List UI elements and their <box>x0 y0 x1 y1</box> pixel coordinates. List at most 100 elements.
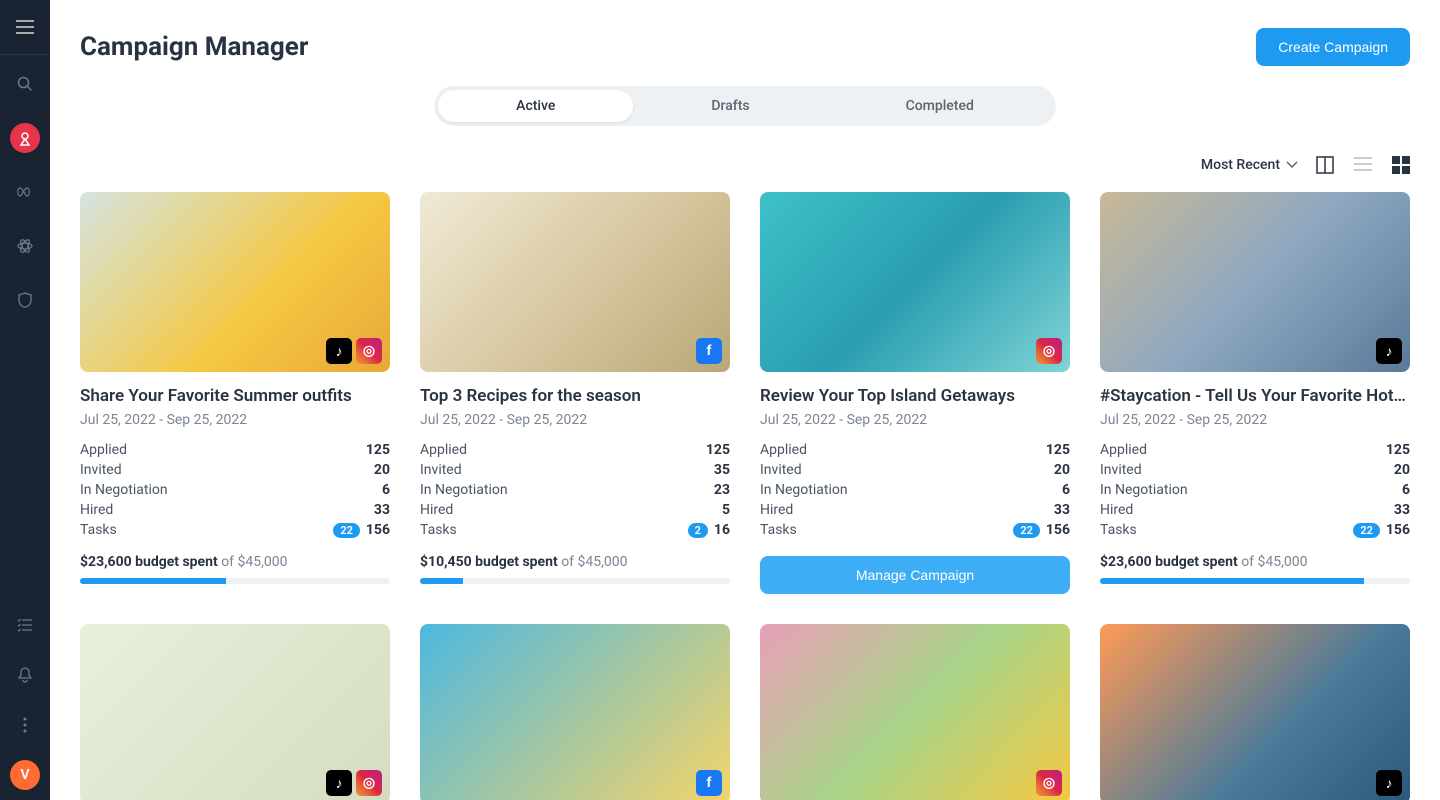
tt-icon: ♪ <box>1376 338 1402 364</box>
menu-icon[interactable] <box>10 12 40 42</box>
stat-value: 23 <box>714 482 730 498</box>
progress-fill <box>80 578 226 584</box>
chevron-down-icon <box>1286 161 1298 169</box>
budget-text: $23,600 budget spent of $45,000 <box>80 554 390 570</box>
view-list-icon[interactable] <box>1354 156 1372 174</box>
create-campaign-button[interactable]: Create Campaign <box>1256 28 1410 66</box>
campaign-title[interactable]: #Staycation - Tell Us Your Favorite Hot… <box>1100 386 1410 406</box>
page-title: Campaign Manager <box>80 32 308 62</box>
tabs: Active Drafts Completed <box>80 86 1410 126</box>
main-content: Campaign Manager Create Campaign Active … <box>50 0 1440 800</box>
campaign-card: ◎ <box>760 624 1070 800</box>
campaign-title[interactable]: Review Your Top Island Getaways <box>760 386 1070 406</box>
platform-badges: ◎ <box>1036 338 1062 364</box>
stat-value-wrap: 216 <box>688 522 730 538</box>
tab-completed[interactable]: Completed <box>828 90 1052 122</box>
manage-campaign-button[interactable]: Manage Campaign <box>760 556 1070 594</box>
stat-row-tasks: Tasks216 <box>420 522 730 538</box>
stat-value: 125 <box>706 442 730 458</box>
stat-row-tasks: Tasks 22156 <box>1100 522 1410 538</box>
stat-row-applied: Applied125 <box>420 442 730 458</box>
campaign-card: ♪ #Staycation - Tell Us Your Favorite Hot… <box>1100 192 1410 594</box>
stat-row-tasks: Tasks 22156 <box>760 522 1070 538</box>
stat-value: 156 <box>1386 522 1410 538</box>
campaign-title[interactable]: Top 3 Recipes for the season <box>420 386 730 406</box>
campaign-stats: Applied125Invited20In Negotiation6Hired3… <box>1100 442 1410 542</box>
campaign-card: fTop 3 Recipes for the seasonJul 25, 202… <box>420 192 730 594</box>
stat-label: In Negotiation <box>760 482 848 498</box>
stat-value-wrap: 22156 <box>1353 522 1410 538</box>
tab-active[interactable]: Active <box>438 90 633 122</box>
stat-value: 33 <box>1394 502 1410 518</box>
campaign-image[interactable]: f <box>420 192 730 372</box>
tt-icon: ♪ <box>326 338 352 364</box>
campaign-image[interactable]: ♪◎ <box>80 624 390 800</box>
stat-value: 20 <box>1054 462 1070 478</box>
platform-badges: f <box>696 770 722 796</box>
sort-dropdown[interactable]: Most Recent <box>1201 157 1298 173</box>
campaign-card: ♪ <box>1100 624 1410 800</box>
campaign-card: f <box>420 624 730 800</box>
campaign-image[interactable]: f <box>420 624 730 800</box>
campaign-image[interactable]: ◎ <box>760 624 1070 800</box>
sort-label: Most Recent <box>1201 157 1280 173</box>
stat-label: Tasks <box>80 522 117 538</box>
stat-row-applied: Applied125 <box>80 442 390 458</box>
stat-label: Applied <box>1100 442 1147 458</box>
campaigns-icon[interactable] <box>10 123 40 153</box>
search-icon[interactable] <box>10 69 40 99</box>
view-switcher <box>1316 156 1410 174</box>
checklist-icon[interactable] <box>10 610 40 640</box>
stat-value: 33 <box>374 502 390 518</box>
stat-label: Hired <box>80 502 113 518</box>
more-icon[interactable] <box>10 710 40 740</box>
campaign-date: Jul 25, 2022 - Sep 25, 2022 <box>80 412 390 428</box>
sidebar: V <box>0 0 50 800</box>
campaign-title[interactable]: Share Your Favorite Summer outfits <box>80 386 390 406</box>
tab-pill: Active Drafts Completed <box>434 86 1056 126</box>
campaign-image[interactable]: ♪ <box>1100 624 1410 800</box>
ig-icon: ◎ <box>1036 770 1062 796</box>
ig-icon: ◎ <box>356 770 382 796</box>
ig-icon: ◎ <box>1036 338 1062 364</box>
fb-icon: f <box>696 770 722 796</box>
shield-icon[interactable] <box>10 285 40 315</box>
toolbar: Most Recent <box>80 156 1410 174</box>
avatar[interactable]: V <box>10 760 40 790</box>
stat-label: Invited <box>420 462 462 478</box>
bell-icon[interactable] <box>10 660 40 690</box>
stat-value: 156 <box>366 522 390 538</box>
platform-badges: ♪◎ <box>326 770 382 796</box>
stat-value: 20 <box>1394 462 1410 478</box>
campaign-image[interactable]: ♪◎ <box>80 192 390 372</box>
stat-row-hired: Hired33 <box>760 502 1070 518</box>
tab-drafts[interactable]: Drafts <box>633 90 827 122</box>
stat-row-hired: Hired 33 <box>1100 502 1410 518</box>
campaign-stats: Applied125Invited20In Negotiation6Hired3… <box>80 442 390 542</box>
stat-label: Applied <box>80 442 127 458</box>
stat-value-wrap: 22156 <box>1013 522 1070 538</box>
atom-icon[interactable] <box>10 231 40 261</box>
tt-icon: ♪ <box>326 770 352 796</box>
stat-label: Invited <box>760 462 802 478</box>
view-grid-icon[interactable] <box>1392 156 1410 174</box>
stat-label: Hired <box>420 502 453 518</box>
stat-row-hired: Hired 5 <box>420 502 730 518</box>
budget-progress <box>80 578 390 584</box>
stat-label: Tasks <box>1100 522 1137 538</box>
infinity-icon[interactable] <box>10 177 40 207</box>
stat-label: In Negotiation <box>420 482 508 498</box>
stat-value: 35 <box>714 462 730 478</box>
stat-value: 125 <box>1046 442 1070 458</box>
stat-row-negotiation: In Negotiation 23 <box>420 482 730 498</box>
budget-progress <box>420 578 730 584</box>
stat-row-negotiation: In Negotiation6 <box>1100 482 1410 498</box>
stat-label: Tasks <box>760 522 797 538</box>
fb-icon: f <box>696 338 722 364</box>
campaign-image[interactable]: ♪ <box>1100 192 1410 372</box>
campaign-image[interactable]: ◎ <box>760 192 1070 372</box>
stat-label: Hired <box>1100 502 1133 518</box>
platform-badges: f <box>696 338 722 364</box>
view-columns-icon[interactable] <box>1316 156 1334 174</box>
stat-value: 5 <box>722 502 730 518</box>
